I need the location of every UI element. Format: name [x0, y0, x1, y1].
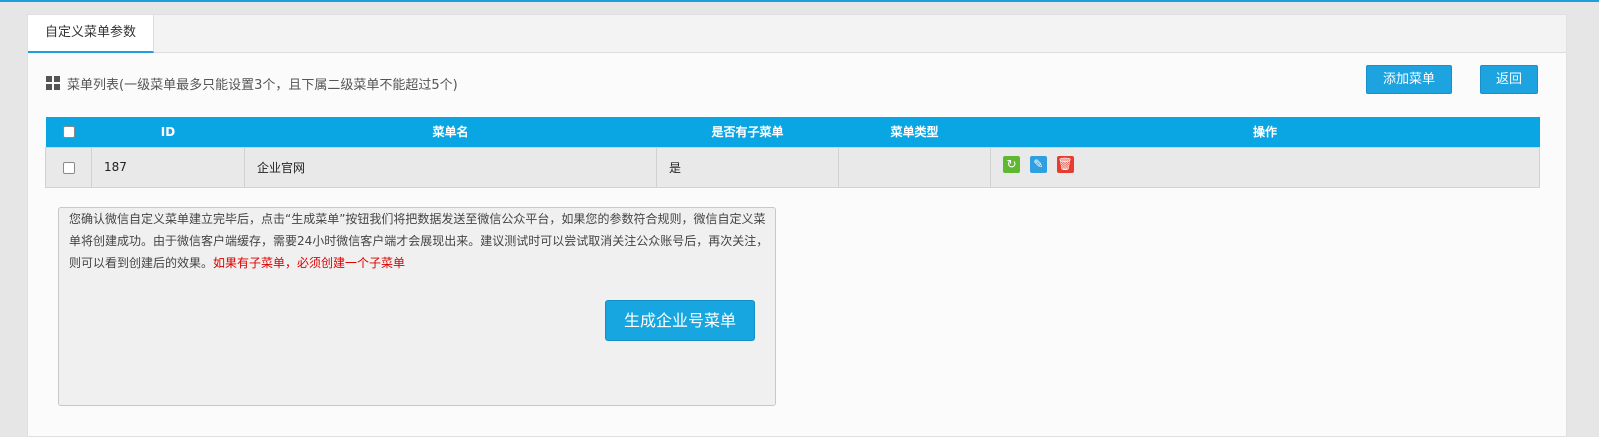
select-all-checkbox[interactable]: [62, 126, 75, 139]
column-header-has-sub: 是否有子菜单: [656, 117, 839, 147]
menu-table: ID 菜单名 是否有子菜单 菜单类型 操作 187 企业官网 是 ↻ ✎ 🗑: [45, 117, 1540, 188]
notice-box: 您确认微信自定义菜单建立完毕后，点击“生成菜单”按钮我们将把数据发送至微信公众平…: [58, 207, 776, 406]
table-row: 187 企业官网 是 ↻ ✎ 🗑: [45, 146, 1540, 188]
cell-actions: ↻ ✎ 🗑: [990, 146, 1540, 188]
refresh-icon[interactable]: ↻: [1003, 155, 1020, 173]
tab-custom-menu-params[interactable]: 自定义菜单参数: [28, 15, 154, 53]
notice-body: 您确认微信自定义菜单建立完毕后，点击“生成菜单”按钮我们将把数据发送至微信公众平…: [69, 212, 769, 270]
grid-icon: [46, 76, 60, 90]
row-checkbox[interactable]: [62, 161, 75, 174]
main-panel: 自定义菜单参数 菜单列表(一级菜单最多只能设置3个，且下属二级菜单不能超过5个)…: [27, 14, 1567, 437]
delete-icon[interactable]: 🗑: [1056, 155, 1074, 173]
column-header-type: 菜单类型: [838, 117, 991, 147]
tab-bar: 自定义菜单参数: [28, 15, 1566, 53]
column-header-name: 菜单名: [244, 117, 657, 147]
notice-warning: 如果有子菜单，必须创建一个子菜单: [213, 256, 406, 270]
cell-id: 187: [91, 146, 245, 188]
generate-menu-button[interactable]: 生成企业号菜单: [605, 300, 755, 341]
row-select-cell: [45, 146, 92, 188]
edit-icon[interactable]: ✎: [1029, 155, 1047, 173]
column-header-id: ID: [91, 117, 245, 147]
menu-list-title-text: 菜单列表(一级菜单最多只能设置3个，且下属二级菜单不能超过5个): [67, 77, 458, 93]
table-header-row: ID 菜单名 是否有子菜单 菜单类型 操作: [45, 117, 1540, 147]
back-button[interactable]: 返回: [1480, 65, 1538, 94]
cell-has-sub: 是: [656, 146, 839, 188]
add-menu-button[interactable]: 添加菜单: [1366, 65, 1452, 94]
menu-list-title: 菜单列表(一级菜单最多只能设置3个，且下属二级菜单不能超过5个): [46, 74, 458, 93]
notice-text: 您确认微信自定义菜单建立完毕后，点击“生成菜单”按钮我们将把数据发送至微信公众平…: [69, 208, 775, 274]
cell-name: 企业官网: [244, 146, 657, 188]
select-all-header: [45, 117, 92, 147]
top-accent-line: [0, 0, 1599, 2]
cell-type: [838, 146, 991, 188]
column-header-actions: 操作: [990, 117, 1540, 147]
